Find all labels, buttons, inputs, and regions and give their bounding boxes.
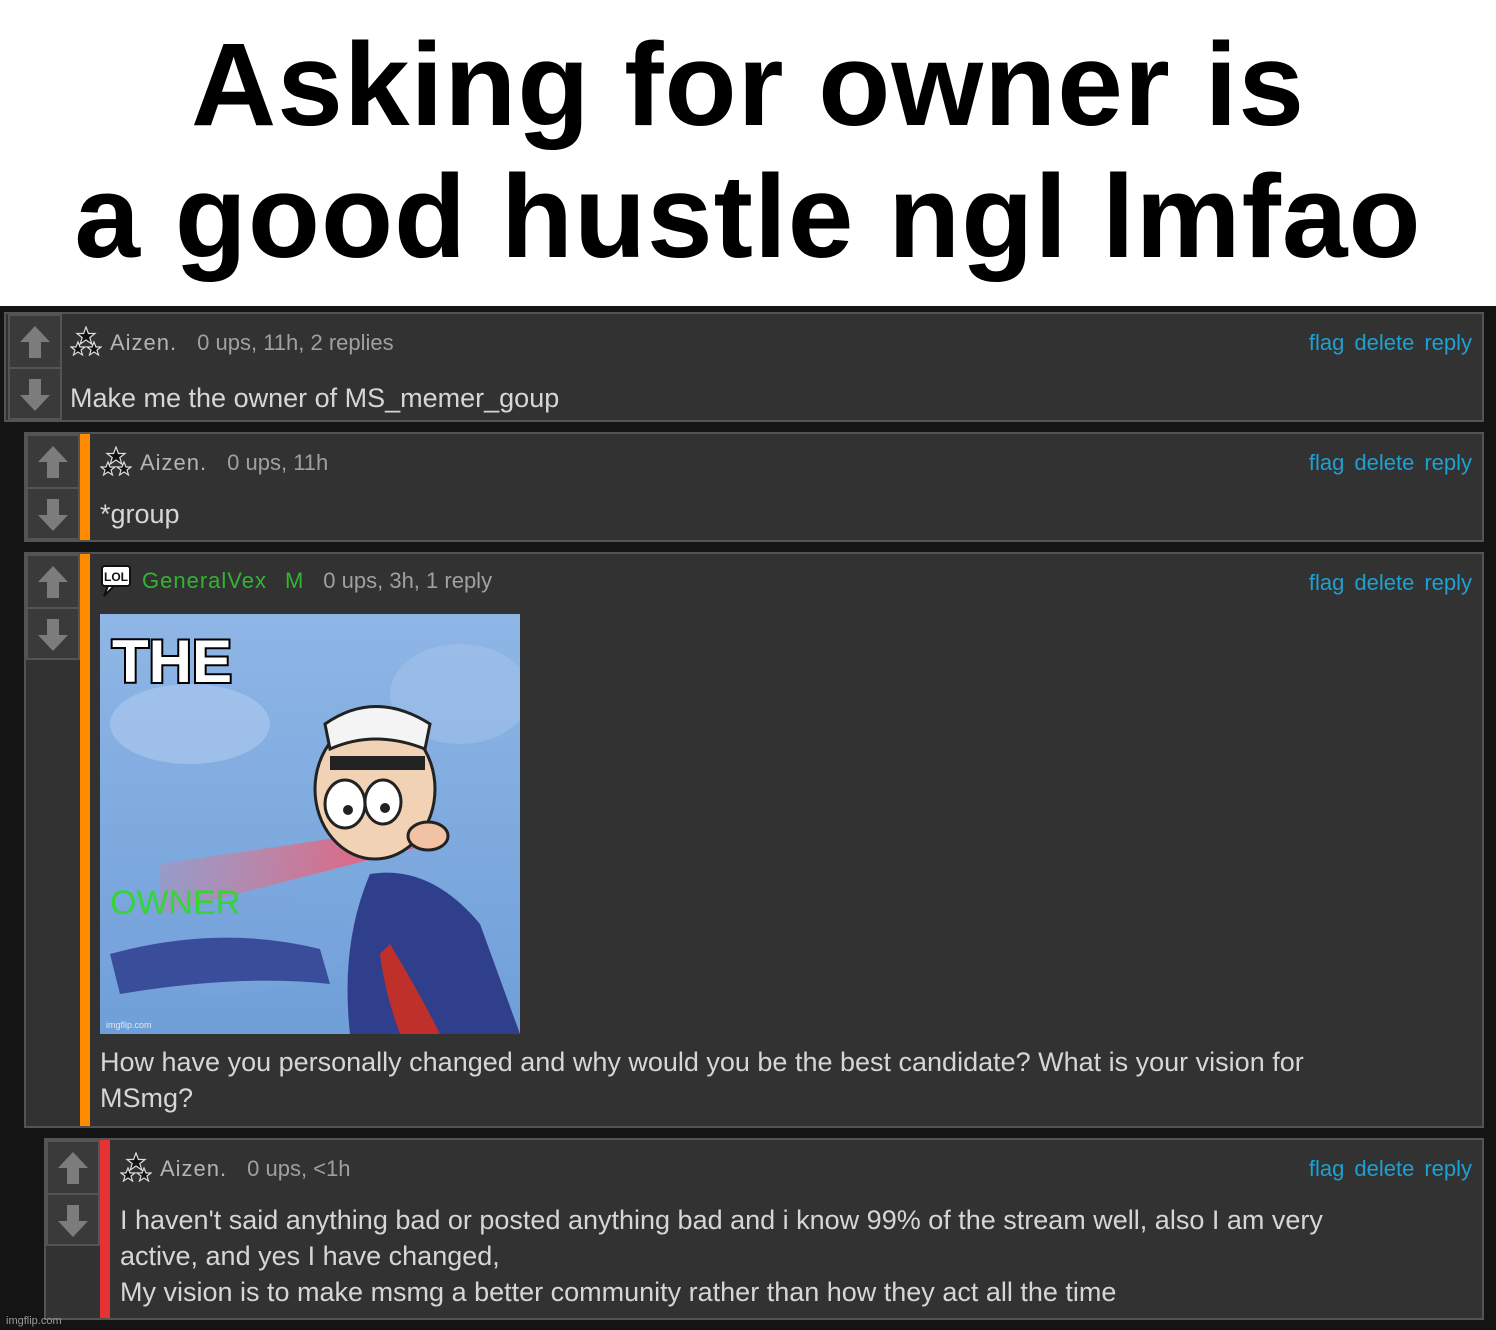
lol-icon-text: LOL bbox=[104, 570, 128, 584]
vote-column bbox=[46, 1140, 100, 1246]
flag-link[interactable]: flag bbox=[1309, 570, 1344, 596]
lol-speech-bubble-icon: LOL bbox=[101, 565, 131, 597]
arrow-down-icon bbox=[20, 378, 50, 411]
downvote-button[interactable] bbox=[48, 1195, 98, 1246]
username-link[interactable]: Aizen. bbox=[140, 450, 207, 476]
meme-watermark: imgflip.com bbox=[106, 1020, 152, 1030]
reply-link[interactable]: reply bbox=[1424, 450, 1472, 476]
comment-aizen-1: Aizen. 0 ups, 11h, 2 replies flag delete… bbox=[4, 312, 1484, 422]
arrow-up-icon bbox=[38, 445, 68, 478]
comment-meta: 0 ups, <1h bbox=[247, 1156, 351, 1181]
delete-link[interactable]: delete bbox=[1354, 570, 1414, 596]
comment-text-line-2: MSmg? bbox=[100, 1083, 194, 1113]
three-stars-icon bbox=[100, 446, 132, 477]
downvote-button[interactable] bbox=[28, 489, 78, 540]
reply-link[interactable]: reply bbox=[1424, 330, 1472, 356]
arrow-down-icon bbox=[58, 1204, 88, 1237]
comment-generalvex: LOL GeneralVex M 0 ups, 3h, 1 reply flag… bbox=[24, 552, 1484, 1128]
comment-thread-screenshot: Aizen. 0 ups, 11h, 2 replies flag delete… bbox=[0, 306, 1496, 1330]
caption-line-2: a good hustle ngl lmfao bbox=[74, 151, 1422, 283]
comment-actions: flag delete reply bbox=[1309, 1156, 1472, 1182]
reply-thread-bar bbox=[80, 554, 90, 1126]
comment-text: I haven't said anything bad or posted an… bbox=[120, 1202, 1323, 1310]
embedded-meme-image[interactable]: THE OWNER imgflip.com bbox=[100, 614, 520, 1034]
downvote-button[interactable] bbox=[10, 369, 60, 420]
comment-header: Aizen. 0 ups, 11h, 2 replies bbox=[70, 326, 394, 358]
mod-badge: M bbox=[284, 568, 304, 593]
flag-link[interactable]: flag bbox=[1309, 330, 1344, 356]
comment-text-line-1: I haven't said anything bad or posted an… bbox=[120, 1205, 1323, 1235]
meme-illustration: THE OWNER imgflip.com bbox=[100, 614, 520, 1034]
comment-text-line-1: How have you personally changed and why … bbox=[100, 1047, 1304, 1077]
reply-link[interactable]: reply bbox=[1424, 1156, 1472, 1182]
comment-text: How have you personally changed and why … bbox=[100, 1044, 1304, 1116]
arrow-up-icon bbox=[38, 565, 68, 598]
comment-text: Make me the owner of MS_memer_goup bbox=[70, 383, 560, 413]
username-link[interactable]: Aizen. bbox=[160, 1156, 227, 1182]
comment-text: *group bbox=[100, 499, 180, 529]
meme-top-text: THE bbox=[112, 628, 232, 695]
comment-header: LOL GeneralVex M 0 ups, 3h, 1 reply bbox=[100, 565, 493, 597]
flag-link[interactable]: flag bbox=[1309, 1156, 1344, 1182]
comment-meta: 0 ups, 11h bbox=[227, 450, 329, 475]
vote-column bbox=[8, 314, 62, 420]
caption-line-1: Asking for owner is bbox=[191, 19, 1305, 151]
meme-owner-text: OWNER bbox=[110, 884, 240, 922]
comment-meta: 0 ups, 11h, 2 replies bbox=[197, 330, 394, 355]
arrow-up-icon bbox=[20, 325, 50, 358]
comment-header: Aizen. 0 ups, <1h bbox=[120, 1152, 351, 1184]
comment-actions: flag delete reply bbox=[1309, 570, 1472, 596]
comment-actions: flag delete reply bbox=[1309, 450, 1472, 476]
username-link[interactable]: GeneralVex bbox=[142, 568, 267, 594]
comment-header: Aizen. 0 ups, 11h bbox=[100, 446, 329, 478]
flag-link[interactable]: flag bbox=[1309, 450, 1344, 476]
arrow-down-icon bbox=[38, 498, 68, 531]
reply-thread-bar bbox=[80, 434, 90, 540]
reply-link[interactable]: reply bbox=[1424, 570, 1472, 596]
delete-link[interactable]: delete bbox=[1354, 330, 1414, 356]
delete-link[interactable]: delete bbox=[1354, 450, 1414, 476]
upvote-button[interactable] bbox=[28, 556, 78, 609]
arrow-down-icon bbox=[38, 618, 68, 651]
reply-thread-bar bbox=[100, 1140, 110, 1318]
downvote-button[interactable] bbox=[28, 609, 78, 660]
meme-caption: Asking for owner is a good hustle ngl lm… bbox=[0, 0, 1496, 306]
three-stars-icon bbox=[70, 326, 102, 357]
username-link[interactable]: Aizen. bbox=[110, 330, 177, 356]
three-stars-icon bbox=[120, 1152, 152, 1183]
upvote-button[interactable] bbox=[48, 1142, 98, 1195]
delete-link[interactable]: delete bbox=[1354, 1156, 1414, 1182]
comment-text-line-3: My vision is to make msmg a better commu… bbox=[120, 1277, 1117, 1307]
comment-aizen-3: Aizen. 0 ups, <1h flag delete reply I ha… bbox=[44, 1138, 1484, 1320]
comment-meta: 0 ups, 3h, 1 reply bbox=[323, 568, 493, 593]
imgflip-watermark: imgflip.com bbox=[6, 1315, 62, 1327]
comment-aizen-2: Aizen. 0 ups, 11h flag delete reply *gro… bbox=[24, 432, 1484, 542]
vote-column bbox=[26, 554, 80, 660]
comment-text-line-2: active, and yes I have changed, bbox=[120, 1241, 500, 1271]
comment-actions: flag delete reply bbox=[1309, 330, 1472, 356]
upvote-button[interactable] bbox=[28, 436, 78, 489]
vote-column bbox=[26, 434, 80, 540]
arrow-up-icon bbox=[58, 1151, 88, 1184]
upvote-button[interactable] bbox=[10, 316, 60, 369]
